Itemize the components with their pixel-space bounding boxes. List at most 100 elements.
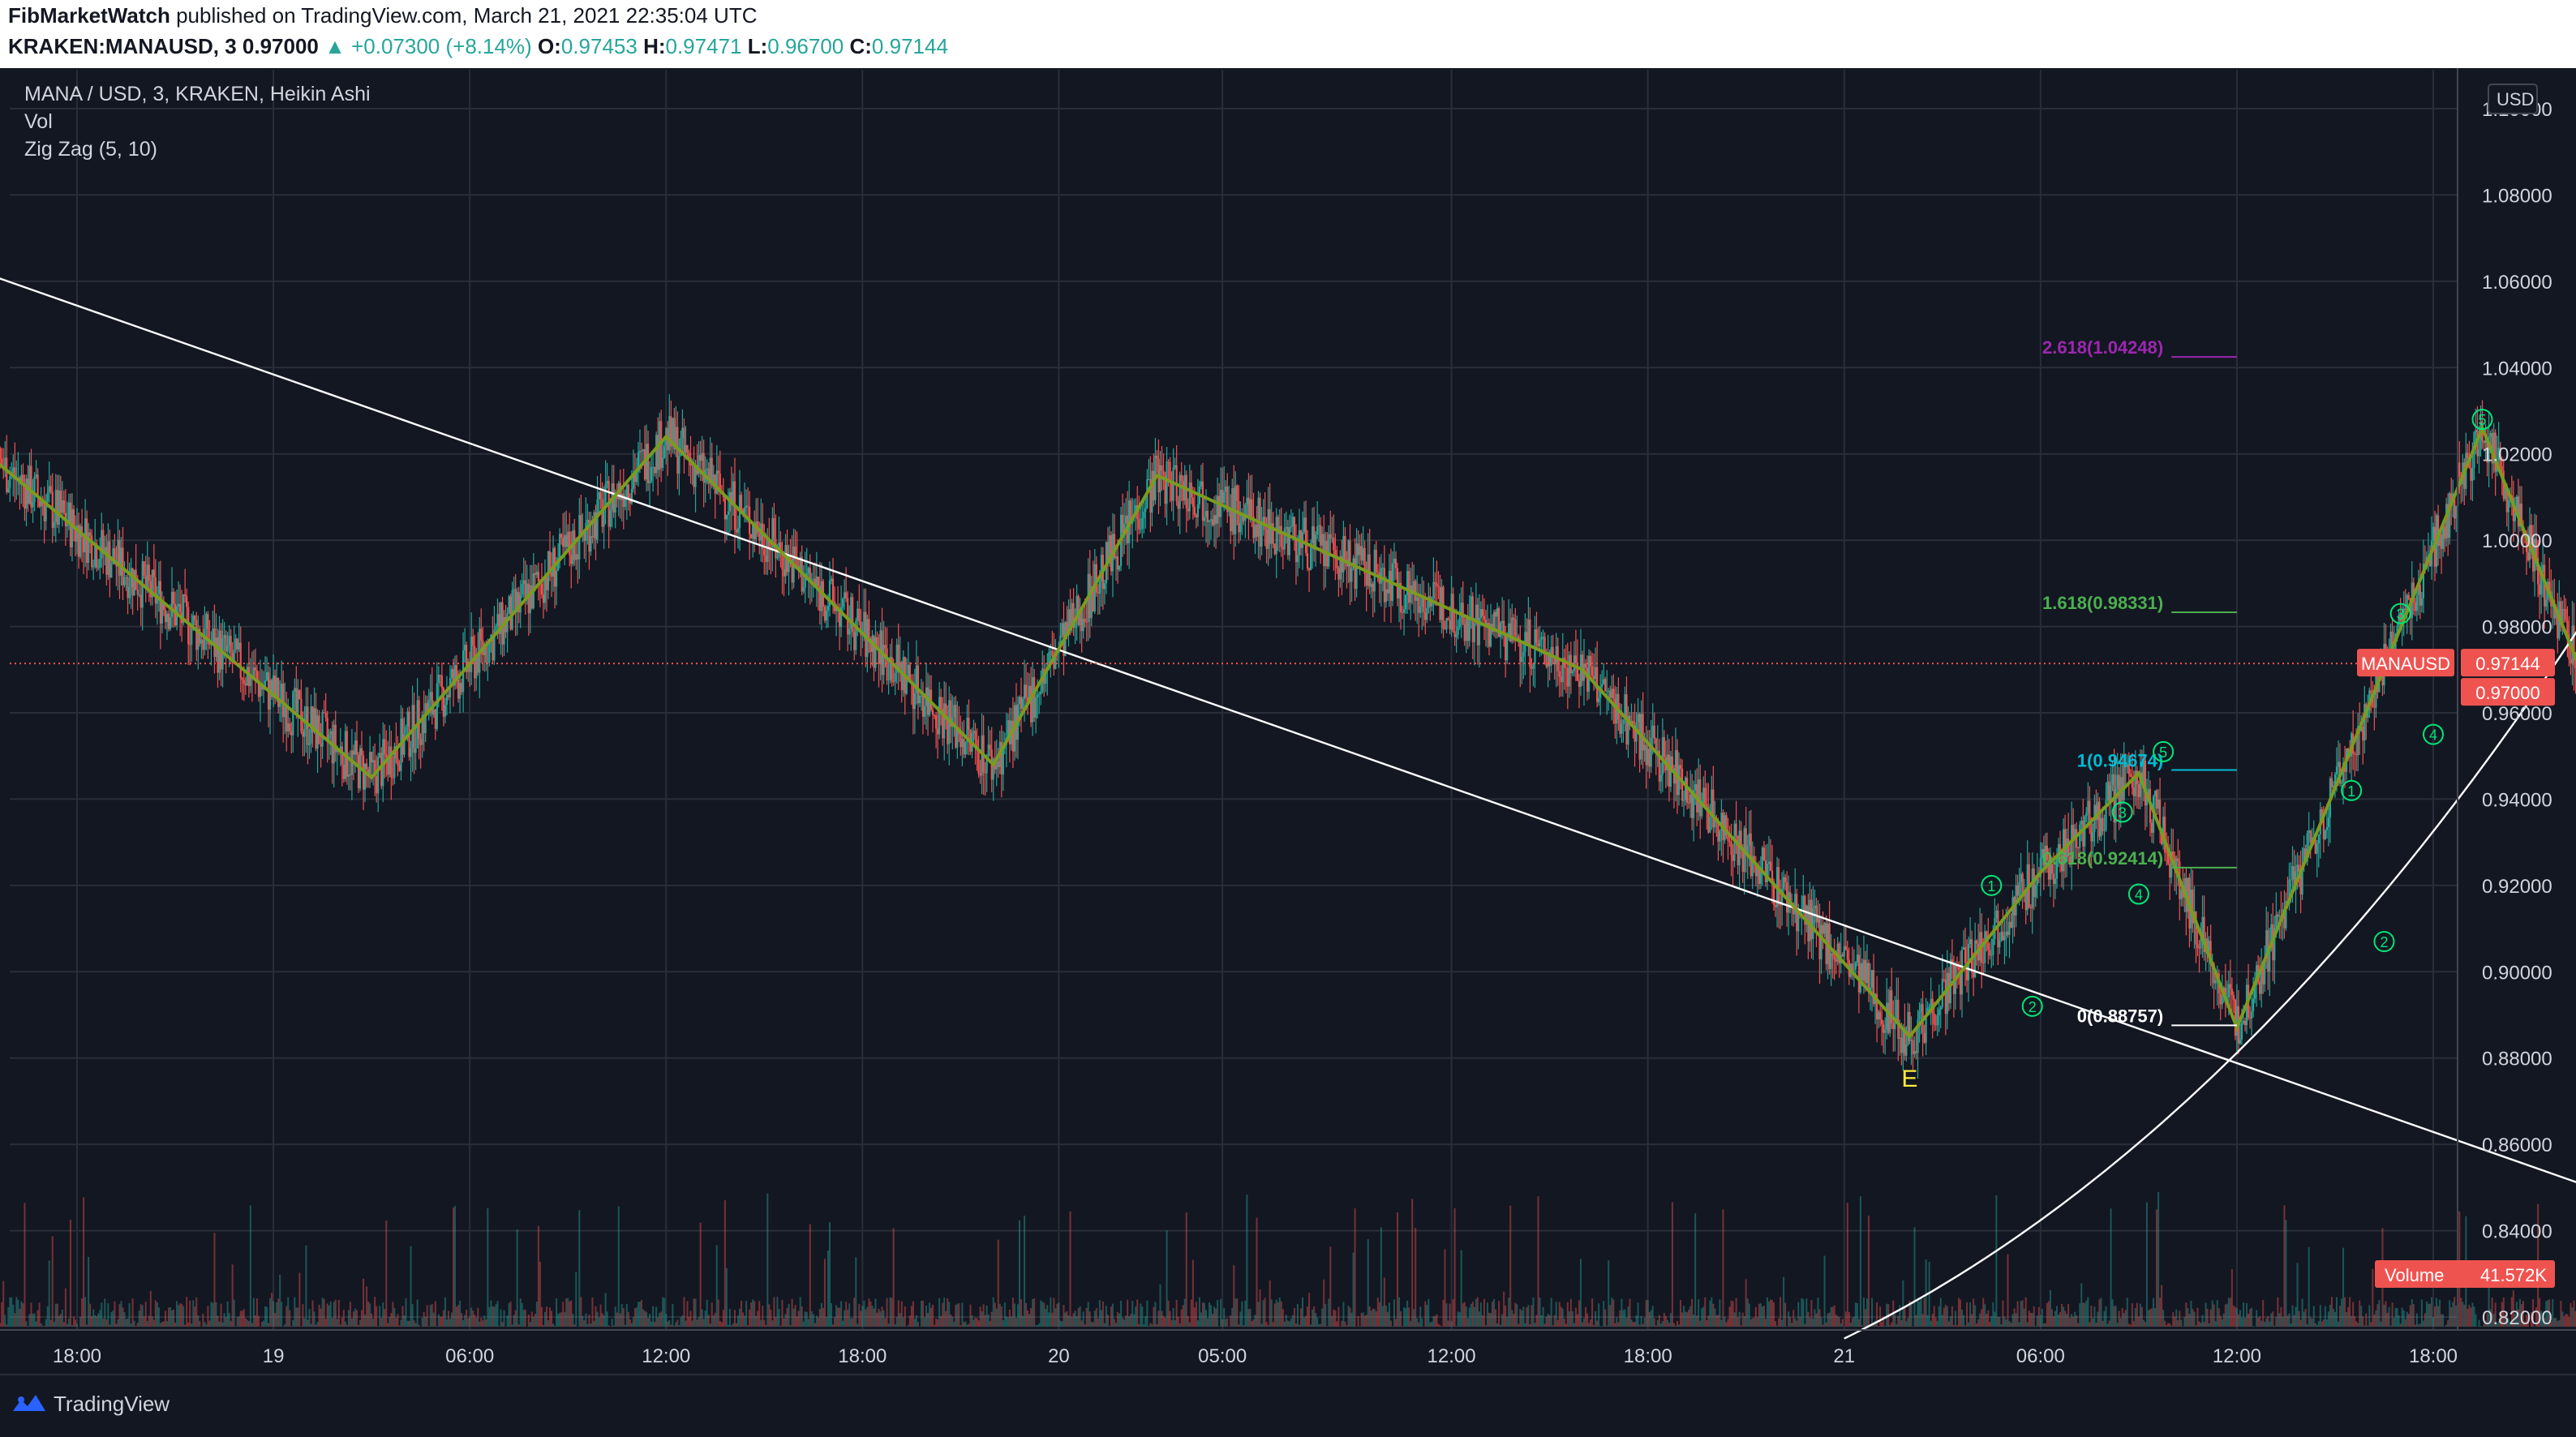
volume-bar bbox=[858, 1304, 860, 1327]
volume-bar bbox=[1677, 1321, 1678, 1327]
volume-bar bbox=[387, 1323, 389, 1327]
legend-vol[interactable]: Vol bbox=[24, 110, 53, 134]
volume-bar bbox=[2413, 1304, 2415, 1327]
volume-bar bbox=[963, 1322, 964, 1327]
candle-body bbox=[178, 604, 179, 607]
candle-body bbox=[1249, 500, 1251, 517]
candle-body bbox=[371, 752, 372, 762]
volume-bar bbox=[1268, 1325, 1269, 1327]
volume-bar bbox=[1282, 1309, 1284, 1327]
volume-bar bbox=[431, 1304, 433, 1327]
legend-zigzag[interactable]: Zig Zag (5, 10) bbox=[24, 138, 157, 161]
volume-bar bbox=[358, 1325, 359, 1327]
publisher-name[interactable]: FibMarketWatch bbox=[8, 3, 170, 28]
volume-bar bbox=[2011, 1323, 2012, 1327]
candle-body bbox=[655, 435, 657, 473]
volume-bar bbox=[1543, 1307, 1544, 1327]
candle-body bbox=[290, 731, 292, 736]
volume-bar bbox=[487, 1208, 488, 1327]
volume-bar bbox=[2355, 1321, 2357, 1327]
volume-bar bbox=[1582, 1322, 1583, 1327]
candle-body bbox=[1217, 496, 1218, 524]
volume-bar bbox=[1699, 1321, 1701, 1327]
candle-body bbox=[235, 639, 237, 650]
candle-body bbox=[1672, 757, 1673, 768]
volume-bar bbox=[312, 1300, 314, 1327]
fib-level-label: 0(0.88757) bbox=[2077, 1006, 2163, 1026]
candle-body bbox=[513, 589, 515, 590]
volume-bar bbox=[1019, 1220, 1020, 1327]
candle-body bbox=[2483, 440, 2484, 443]
volume-bar bbox=[2164, 1321, 2166, 1327]
volume-bar bbox=[525, 1310, 526, 1327]
volume-bar bbox=[2156, 1209, 2157, 1327]
volume-bar bbox=[1578, 1300, 1580, 1327]
volume-bar bbox=[1015, 1318, 1017, 1327]
volume-bar bbox=[2179, 1310, 2180, 1327]
volume-bar bbox=[1541, 1315, 1543, 1327]
volume-bar bbox=[1638, 1302, 1639, 1327]
candle-body bbox=[1286, 527, 1287, 529]
volume-bar bbox=[1935, 1318, 1937, 1327]
volume-bar bbox=[1524, 1323, 1526, 1327]
volume-bar bbox=[988, 1315, 990, 1327]
volume-bar bbox=[1516, 1304, 1518, 1327]
volume-bar bbox=[1518, 1324, 1519, 1327]
volume-bar bbox=[297, 1308, 298, 1327]
volume-bar bbox=[302, 1304, 303, 1327]
volume-bar bbox=[2467, 1309, 2468, 1327]
volume-bar bbox=[19, 1309, 20, 1327]
candle-body bbox=[431, 692, 433, 714]
volume-bar bbox=[2143, 1320, 2145, 1327]
volume-bar bbox=[1522, 1306, 1524, 1327]
price-tick-label: 0.98000 bbox=[2482, 617, 2552, 639]
volume-bar bbox=[94, 1315, 96, 1327]
candle-body bbox=[607, 481, 608, 483]
volume-bar bbox=[217, 1315, 218, 1327]
candle-body bbox=[1445, 618, 1447, 629]
candle-body bbox=[240, 642, 242, 678]
candle-body bbox=[625, 498, 626, 507]
candle-body bbox=[848, 628, 850, 634]
axes: 0.820000.840000.860000.880000.900000.920… bbox=[0, 68, 2576, 1367]
candle-body bbox=[166, 614, 168, 623]
volume-bar bbox=[170, 1307, 171, 1327]
volume-bar bbox=[1942, 1315, 1943, 1327]
volume-bar bbox=[2402, 1307, 2403, 1327]
candle-body bbox=[305, 706, 307, 729]
volume-bar bbox=[1174, 1320, 1176, 1327]
volume-bar bbox=[2213, 1304, 2215, 1327]
volume-bar bbox=[620, 1313, 621, 1327]
volume-bar bbox=[2177, 1320, 2179, 1327]
volume-bar bbox=[744, 1315, 745, 1327]
volume-bar bbox=[857, 1324, 858, 1327]
chart-area[interactable]: 2.618(1.04248)1.618(0.98331)1(0.94674)0.… bbox=[0, 68, 2576, 1374]
volume-bar bbox=[688, 1317, 689, 1327]
volume-bar bbox=[1187, 1316, 1189, 1327]
volume-bar bbox=[1183, 1305, 1184, 1327]
chart-canvas[interactable]: 2.618(1.04248)1.618(0.98331)1(0.94674)0.… bbox=[0, 68, 2576, 1374]
candle-body bbox=[724, 497, 726, 519]
volume-bar bbox=[414, 1320, 415, 1327]
candle-body bbox=[229, 636, 230, 646]
volume-bar bbox=[1595, 1311, 1596, 1327]
volume-bar bbox=[1260, 1289, 1261, 1327]
candle-body bbox=[2259, 982, 2260, 994]
candle-body bbox=[1992, 939, 1994, 954]
volume-bar bbox=[1112, 1304, 1114, 1327]
volume-bar bbox=[328, 1306, 330, 1327]
volume-bar bbox=[1655, 1325, 1657, 1327]
candle-body bbox=[139, 594, 140, 595]
volume-bar bbox=[2145, 1322, 2146, 1327]
candle-body bbox=[2130, 774, 2132, 777]
volume-bar bbox=[1002, 1320, 1004, 1327]
candle-body bbox=[1097, 593, 1099, 594]
candle-body bbox=[406, 712, 408, 727]
volume-bar bbox=[1964, 1326, 1966, 1327]
candle-body bbox=[1321, 534, 1323, 545]
volume-bar bbox=[2561, 1311, 2563, 1327]
volume-bar bbox=[1256, 1218, 1258, 1327]
volume-bar bbox=[392, 1302, 393, 1327]
legend-title[interactable]: MANA / USD, 3, KRAKEN, Heikin Ashi bbox=[24, 83, 371, 106]
volume-bar bbox=[1114, 1319, 1115, 1327]
